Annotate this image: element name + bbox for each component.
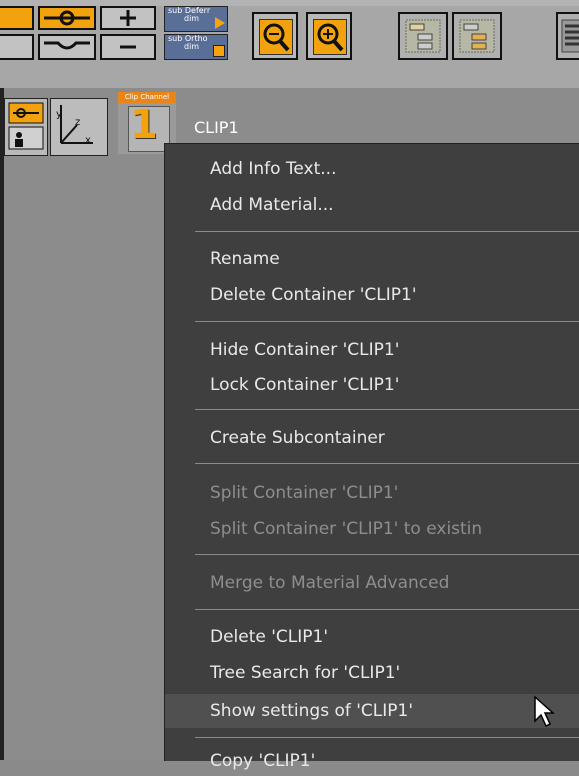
- remove-button[interactable]: [100, 34, 156, 60]
- tree-collapse-button[interactable]: [398, 12, 448, 60]
- menu-item-add-info-text[interactable]: Add Info Text...: [165, 154, 579, 184]
- menu-item-add-material[interactable]: Add Material...: [165, 190, 579, 220]
- curve-icon[interactable]: [38, 34, 96, 60]
- tree-expand-icon: [459, 19, 495, 53]
- plus-icon: [102, 8, 154, 28]
- menu-item-split-container-existing: Split Container 'CLIP1' to existin: [210, 519, 483, 539]
- zoom-in-icon: [317, 23, 344, 52]
- toolbar-button-left-bottom[interactable]: [0, 34, 34, 60]
- tree-collapse-icon: [405, 19, 441, 53]
- menu-separator: [195, 554, 579, 555]
- menu-item-show-settings[interactable]: Show settings of 'CLIP1': [165, 694, 579, 728]
- menu-separator: [195, 231, 579, 232]
- zoom-out-button[interactable]: [252, 12, 298, 60]
- zoom-out-icon: [263, 23, 290, 52]
- menu-item-rename[interactable]: Rename: [165, 244, 579, 274]
- menu-separator: [195, 609, 579, 610]
- axis-x-label: x: [85, 135, 91, 146]
- axis-y-label: y: [56, 109, 62, 120]
- minus-icon: [102, 36, 154, 58]
- key-icon[interactable]: [38, 6, 96, 30]
- container-name-label: CLIP1: [194, 118, 239, 137]
- transformation-tile[interactable]: y z x: [50, 98, 108, 156]
- menu-separator: [195, 409, 579, 410]
- menu-separator: [195, 321, 579, 322]
- menu-item-lock-container[interactable]: Lock Container 'CLIP1': [165, 370, 579, 400]
- clip-channel-number: 1: [130, 102, 158, 148]
- key-person-icon: [8, 102, 44, 150]
- menu-item-merge-material-advanced: Merge to Material Advanced: [210, 573, 450, 593]
- key-icon: [40, 8, 94, 28]
- list-icon: [561, 19, 579, 53]
- menu-item-create-subcontainer[interactable]: Create Subcontainer: [165, 423, 579, 453]
- toolbar-button-left-top[interactable]: [0, 6, 34, 30]
- menu-separator: [195, 463, 579, 464]
- play-arrow-icon: [215, 17, 225, 29]
- sub-ortho-button[interactable]: sub Ortho dim: [164, 34, 228, 60]
- menu-item-delete-container[interactable]: Delete Container 'CLIP1': [165, 280, 579, 310]
- menu-item-delete[interactable]: Delete 'CLIP1': [165, 622, 579, 652]
- add-button[interactable]: [100, 6, 156, 30]
- menu-item-split-container: Split Container 'CLIP1': [210, 483, 399, 503]
- axis-z-label: z: [75, 117, 81, 128]
- menu-item-hide-container[interactable]: Hide Container 'CLIP1': [165, 335, 579, 365]
- list-view-button[interactable]: [556, 12, 579, 60]
- menu-item-copy[interactable]: Copy 'CLIP1': [165, 746, 579, 776]
- menu-item-tree-search[interactable]: Tree Search for 'CLIP1': [165, 658, 579, 688]
- tree-expand-button[interactable]: [452, 12, 502, 60]
- container-properties-tile[interactable]: [4, 98, 48, 156]
- menu-separator: [195, 737, 579, 738]
- context-menu: Add Info Text... Add Material... Rename …: [164, 143, 579, 771]
- toolbar: sub Deferr dim sub Ortho dim: [0, 6, 579, 89]
- sub-deferred-button[interactable]: sub Deferr dim: [164, 6, 228, 32]
- mouse-cursor-icon: [534, 695, 555, 728]
- curve-down-icon: [40, 36, 94, 58]
- square-icon: [213, 45, 225, 57]
- zoom-in-button[interactable]: [306, 12, 352, 60]
